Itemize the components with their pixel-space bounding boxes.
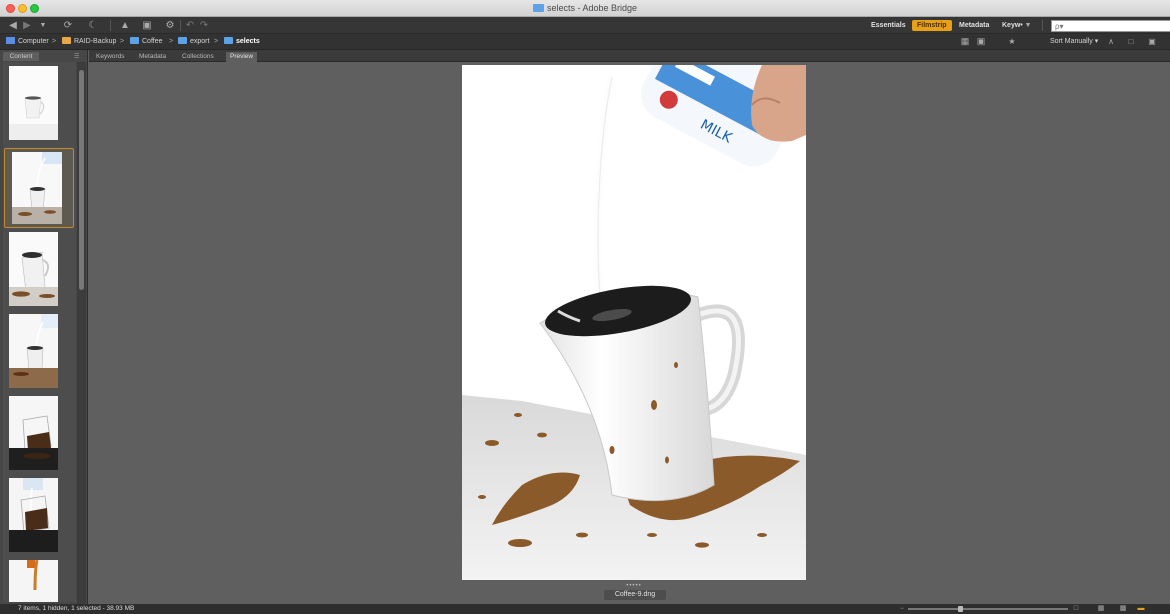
thumbnail-scrollbar[interactable]	[77, 62, 86, 604]
breadcrumb-separator-icon: >	[214, 38, 219, 45]
rotate-right-icon[interactable]: ↷	[199, 20, 209, 31]
folder-icon	[178, 37, 187, 44]
toolbar-divider	[1042, 20, 1043, 31]
preview-filename: Coffee-9.dng	[604, 590, 666, 600]
window-title: selects - Adobe Bridge	[0, 3, 1170, 14]
title-bar: selects - Adobe Bridge	[0, 0, 1170, 17]
rotate-left-icon[interactable]: ↶	[185, 20, 195, 31]
thumbnail-item[interactable]	[7, 314, 60, 390]
forward-icon[interactable]: ▶	[22, 20, 32, 31]
boomerang-icon[interactable]: ⟳	[61, 20, 75, 31]
status-text: 7 items, 1 hidden, 1 selected - 38.93 MB	[18, 605, 135, 612]
thumbnail-item[interactable]	[7, 396, 60, 472]
tab-keywords[interactable]: Keywords	[92, 52, 129, 62]
sort-ascending-icon[interactable]: ∧	[1106, 36, 1116, 47]
tab-collections[interactable]: Collections	[178, 52, 218, 62]
workspace-metadata[interactable]: Metadata	[954, 20, 994, 31]
get-photos-icon[interactable]: ▲	[118, 20, 132, 31]
filter-star-icon[interactable]: ★	[1004, 36, 1020, 47]
content-panel: Content ☰	[0, 50, 88, 604]
thumbnail-image	[9, 478, 58, 552]
status-bar: 7 items, 1 hidden, 1 selected - 38.93 MB…	[0, 604, 1170, 614]
thumbnail-list	[3, 62, 76, 602]
sort-manually-dropdown[interactable]: Sort Manually ▾	[1050, 37, 1098, 47]
adobe-bridge-window: selects - Adobe Bridge ◀ ▶ ▼ ⟳ ☾ ▲ ▣ ⚙ ↶…	[0, 0, 1170, 614]
view-list-icon[interactable]: ▬	[1134, 604, 1148, 614]
zoom-out-icon[interactable]: −	[898, 604, 906, 614]
breadcrumb-separator-icon: >	[120, 38, 125, 45]
breadcrumb-coffee[interactable]: Coffee	[130, 37, 163, 47]
toolbar-divider	[110, 20, 111, 31]
recent-folders-chevron-icon[interactable]: ▼	[38, 20, 48, 31]
rating-dots[interactable]: •••••	[617, 583, 651, 589]
tab-content[interactable]: Content	[3, 52, 39, 61]
thumbnail-image	[12, 152, 62, 224]
folder-icon	[532, 4, 544, 12]
view-details-icon[interactable]: ▩	[1118, 604, 1128, 614]
tab-metadata[interactable]: Metadata	[135, 52, 170, 62]
drive-icon	[62, 37, 71, 44]
slider-knob[interactable]	[958, 606, 963, 612]
open-in-camera-raw-icon[interactable]: ⚙	[164, 20, 176, 31]
thumbnail-item[interactable]	[7, 232, 60, 308]
workspace-filmstrip[interactable]: Filmstrip	[912, 20, 952, 31]
tab-preview[interactable]: Preview	[226, 52, 258, 62]
breadcrumb-separator-icon: >	[52, 38, 57, 45]
thumbnail-quality-icon[interactable]: ▣	[973, 36, 989, 47]
search-input[interactable]: ρ▾	[1051, 20, 1170, 32]
thumbnail-item[interactable]	[7, 478, 60, 554]
search-icon: ρ▾	[1055, 22, 1064, 31]
breadcrumb-computer[interactable]: Computer	[6, 37, 49, 47]
folder-icon	[130, 37, 139, 44]
new-folder-icon[interactable]: ▣	[1146, 36, 1158, 47]
thumbnail-size-slider[interactable]	[908, 606, 1068, 612]
thumbnail-image	[9, 232, 58, 306]
view-grid-icon[interactable]: ▦	[960, 36, 970, 47]
breadcrumb-selects[interactable]: selects	[224, 37, 260, 47]
thumbnail-item-selected[interactable]	[4, 148, 74, 228]
thumbnail-item[interactable]	[7, 560, 60, 602]
thumbnail-item[interactable]	[7, 66, 60, 142]
view-grid-icon[interactable]: ▦	[1096, 604, 1106, 614]
preview-image[interactable]: MILK	[462, 65, 806, 580]
scrollbar-thumb[interactable]	[79, 70, 84, 290]
toolbar: ◀ ▶ ▼ ⟳ ☾ ▲ ▣ ⚙ ↶ ↷ Essentials Filmstrip…	[0, 17, 1170, 34]
open-recent-icon[interactable]: □	[1123, 36, 1139, 47]
thumbnail-image	[9, 314, 58, 388]
breadcrumb-export[interactable]: export	[178, 37, 209, 47]
computer-icon	[6, 37, 15, 44]
panel-menu-icon[interactable]: ☰	[74, 53, 79, 60]
back-icon[interactable]: ◀	[8, 20, 18, 31]
thumbnail-image	[9, 560, 58, 602]
camera-raw-icon[interactable]: ☾	[88, 20, 98, 31]
thumbnail-image	[9, 66, 58, 140]
thumbnail-image	[9, 396, 58, 470]
folder-icon	[224, 37, 233, 44]
panel-tabs: Keywords Metadata Collections Preview	[89, 50, 1170, 62]
coffee-photo: MILK	[462, 65, 806, 580]
workspace-essentials[interactable]: Essentials	[866, 20, 911, 31]
toolbar-divider	[180, 20, 181, 31]
preview-panel: MILK ••••• Coffee-9.dng	[89, 62, 1170, 604]
workspace-menu-chevron-icon[interactable]: ▼	[1024, 20, 1032, 31]
zoom-in-icon[interactable]: □	[1072, 604, 1080, 614]
breadcrumb-raid-backup[interactable]: RAID-Backup	[62, 37, 116, 47]
breadcrumb-separator-icon: >	[169, 38, 174, 45]
refine-icon[interactable]: ▣	[138, 20, 156, 31]
path-bar: Computer > RAID-Backup > Coffee > export…	[0, 34, 1170, 50]
